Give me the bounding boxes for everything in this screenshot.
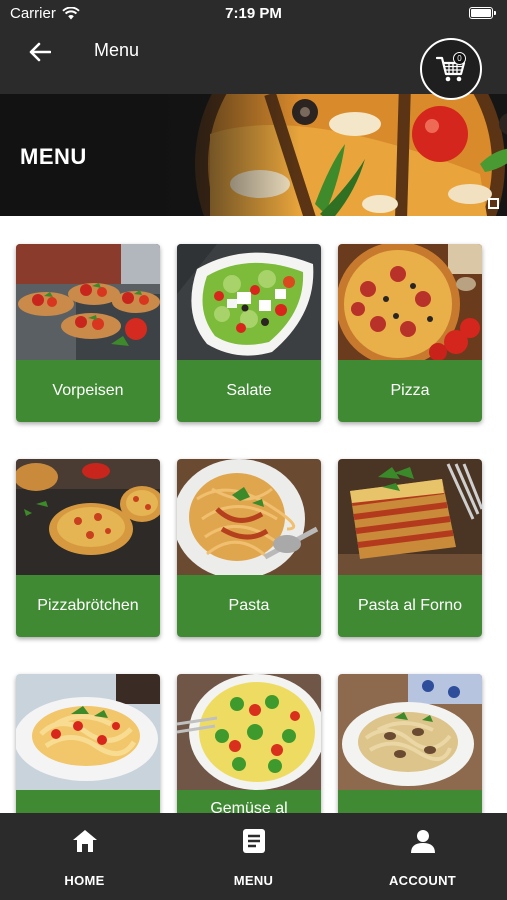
bottom-navigation: HOME MENU ACCOUNT: [0, 813, 507, 900]
category-card-pasta-al-forno[interactable]: Pasta al Forno: [338, 459, 482, 637]
banner-square-icon: [488, 198, 499, 209]
cart-count-badge: 0: [453, 52, 466, 65]
tagliatelle-image: [338, 674, 482, 790]
pizza-rolls-image: [16, 459, 160, 575]
status-time: 7:19 PM: [225, 5, 282, 22]
nav-account-label: ACCOUNT: [388, 873, 457, 888]
salad-image: [177, 244, 321, 360]
category-card-vorpeisen[interactable]: Vorpeisen: [16, 244, 160, 422]
nav-menu-label: MENU: [233, 873, 274, 888]
home-icon: [71, 827, 99, 855]
category-card-pappardelle[interactable]: [16, 674, 160, 813]
pappardelle-image: [16, 674, 160, 790]
bruschetta-image: [16, 244, 160, 360]
category-label: Gemüse al: [177, 790, 321, 813]
nav-menu[interactable]: MENU: [169, 813, 338, 900]
category-label: Pizzabrötchen: [16, 575, 160, 637]
pizza-image: [338, 244, 482, 360]
category-label: Pasta: [177, 575, 321, 637]
category-card-gemuese-al[interactable]: Gemüse al: [177, 674, 321, 813]
cart-button[interactable]: 0: [420, 38, 482, 100]
category-card-pasta[interactable]: Pasta: [177, 459, 321, 637]
spaghetti-image: [177, 459, 321, 575]
category-card-salate[interactable]: Salate: [177, 244, 321, 422]
category-card-tagliatelle[interactable]: [338, 674, 482, 813]
vegetable-gratin-image: [177, 674, 321, 790]
category-label: Vorpeisen: [16, 360, 160, 422]
battery-icon: [469, 7, 496, 19]
menu-banner: MENU: [0, 94, 507, 216]
arrow-left-icon: [29, 42, 51, 62]
category-card-pizzabroetchen[interactable]: Pizzabrötchen: [16, 459, 160, 637]
status-bar: Carrier 7:19 PM: [0, 0, 507, 28]
category-label: [338, 790, 482, 813]
category-label: Pizza: [338, 360, 482, 422]
category-grid: Vorpeisen Salate Pizza Pizzabrötchen Pas…: [0, 216, 507, 813]
category-label: Pasta al Forno: [338, 575, 482, 637]
lasagna-image: [338, 459, 482, 575]
menu-book-icon: [240, 827, 268, 855]
nav-home[interactable]: HOME: [0, 813, 169, 900]
category-card-pizza[interactable]: Pizza: [338, 244, 482, 422]
nav-home-label: HOME: [64, 873, 105, 888]
category-label: Salate: [177, 360, 321, 422]
menu-screen: Carrier 7:19 PM Menu 0 MENU Vorpeisen Sa…: [0, 0, 507, 900]
account-icon: [409, 827, 437, 855]
nav-account[interactable]: ACCOUNT: [338, 813, 507, 900]
banner-title: MENU: [20, 144, 87, 169]
back-button[interactable]: [24, 36, 56, 68]
page-title: Menu: [94, 40, 140, 60]
category-label: [16, 790, 160, 813]
